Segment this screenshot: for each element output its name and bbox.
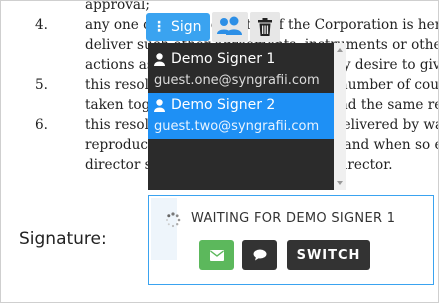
dropdown-scrollbar[interactable] [334, 43, 346, 190]
scroll-down-icon[interactable] [337, 181, 343, 185]
signer-name: Demo Signer 2 [171, 97, 276, 113]
signer-email: guest.two@syngrafii.com [154, 119, 320, 134]
users-button[interactable] [211, 12, 248, 42]
loading-spinner-icon [166, 212, 181, 228]
signature-field[interactable]: WAITING FOR DEMO SIGNER 1 SWITCH [148, 195, 434, 285]
chat-button[interactable] [242, 240, 277, 270]
sign-button-label: Sign [171, 19, 202, 35]
switch-button[interactable]: SWITCH [287, 240, 370, 270]
signer-option-2[interactable]: Demo Signer 2 guest.two@syngrafii.com [148, 93, 334, 139]
trash-icon [257, 18, 272, 36]
sign-button[interactable]: ⋮ Sign [146, 13, 210, 41]
drag-handle-icon[interactable]: ⋮ [152, 19, 166, 35]
send-button[interactable] [199, 240, 234, 270]
signer-toolbar: ⋮ Sign [146, 11, 280, 43]
user-icon [154, 98, 165, 112]
item-number: 6. [35, 117, 48, 133]
scroll-up-icon[interactable] [337, 48, 343, 52]
signer-email: guest.one@syngrafii.com [154, 73, 320, 88]
chat-icon [253, 249, 266, 261]
document-viewer: approval; 4. any one officer or director… [0, 0, 439, 303]
users-icon [216, 16, 242, 35]
user-icon [154, 52, 165, 66]
doc-line: approval; [85, 0, 150, 13]
signature-field-tab [151, 198, 177, 260]
signer-name: Demo Signer 1 [171, 51, 276, 67]
item-number: 4. [35, 17, 48, 33]
envelope-icon [209, 249, 224, 261]
signer-dropdown: Demo Signer 1 guest.one@syngrafii.com De… [148, 43, 346, 190]
item-number: 5. [35, 77, 48, 93]
waiting-status: WAITING FOR DEMO SIGNER 1 [191, 211, 396, 226]
delete-button[interactable] [249, 12, 280, 42]
signature-label: Signature: [19, 229, 107, 249]
signer-option-1[interactable]: Demo Signer 1 guest.one@syngrafii.com [148, 47, 334, 93]
